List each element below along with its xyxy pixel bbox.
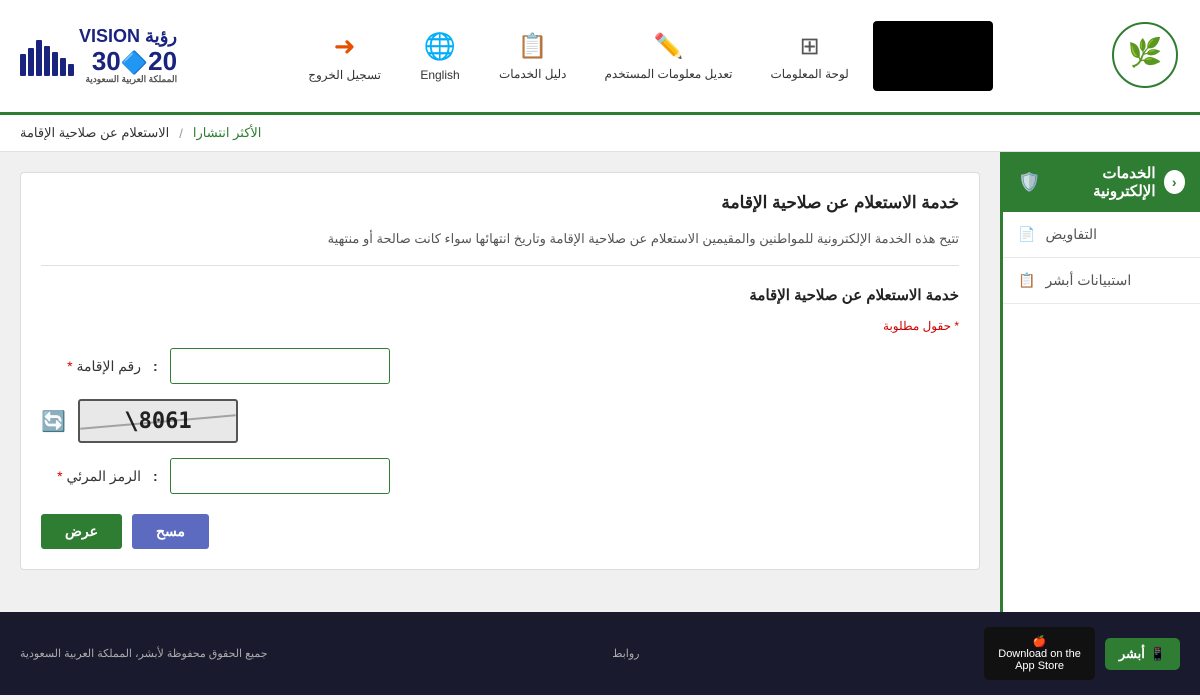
vision-subtitle: المملكة العربية السعودية (79, 75, 177, 85)
vision-line1: رؤية VISION (79, 27, 177, 47)
header-nav: ➜ تسجيل الخروج 🌐 English 📋 دليل الخدمات … (294, 21, 993, 91)
header-logo-area: 🌿 (1110, 20, 1180, 93)
button-row: مسح عرض (41, 514, 959, 549)
bar-6 (28, 48, 34, 76)
bar-7 (20, 54, 26, 76)
dashboard-icon: ⊞ (800, 32, 820, 61)
vision-logo-area: رؤية VISION 20🔷30 المملكة العربية السعود… (20, 27, 177, 85)
captcha-refresh-button[interactable]: 🔄 (41, 409, 66, 434)
absher-app-icon: 📱 (1150, 646, 1166, 662)
clear-button[interactable]: مسح (132, 514, 209, 549)
bar-2 (60, 58, 66, 76)
code-required-star: * (57, 468, 62, 484)
breadcrumb: الأكثر انتشارا / الاستعلام عن صلاحية الإ… (0, 115, 1200, 152)
vision-text: رؤية VISION 20🔷30 المملكة العربية السعود… (79, 27, 177, 85)
sidebar-header: ‹ الخدمات الإلكترونية 🛡️ (1003, 152, 1200, 212)
breadcrumb-current: الاستعلام عن صلاحية الإقامة (20, 125, 169, 141)
edit-user-icon: ✏️ (654, 32, 684, 61)
iqama-input[interactable] (170, 348, 390, 384)
vision-bars (20, 36, 74, 76)
absher-icon: 📋 (1018, 272, 1035, 289)
app-store-line2: App Store (1015, 660, 1064, 672)
main-layout: ‹ الخدمات الإلكترونية 🛡️ التفاويض 📄 استب… (0, 152, 1200, 612)
vision-year-highlight: 🔷 (121, 50, 148, 75)
sidebar-logo-icon: 🛡️ (1018, 172, 1040, 193)
nav-services-guide-label: دليل الخدمات (499, 67, 566, 81)
nav-logout-label: تسجيل الخروج (308, 68, 381, 82)
nav-services-guide[interactable]: 📋 دليل الخدمات (485, 24, 580, 89)
footer-copyright: جميع الحقوق محفوظة لأبشر، المملكة العربي… (20, 647, 268, 660)
absher-app-label: أبشر (1119, 646, 1145, 662)
visual-code-form-group: : الرمز المرئي * (41, 458, 959, 494)
service-main-title: خدمة الاستعلام عن صلاحية الإقامة (41, 193, 959, 213)
globe-icon: 🌐 (424, 31, 456, 62)
breadcrumb-home[interactable]: الأكثر انتشارا (193, 125, 262, 141)
nav-logout[interactable]: ➜ تسجيل الخروج (294, 23, 395, 90)
footer: 📱 أبشر 🍎 Download on the App Store روابط… (0, 612, 1200, 695)
absher-app-button[interactable]: 📱 أبشر (1105, 638, 1180, 670)
bar-5 (36, 40, 42, 76)
sidebar-item-absher[interactable]: استبيانات أبشر 📋 (1003, 258, 1200, 304)
code-label: الرمز المرئي * (41, 468, 141, 485)
visual-code-input[interactable] (170, 458, 390, 494)
service-description: تتيح هذه الخدمة الإلكترونية للمواطنين وا… (41, 228, 959, 266)
nav-english-label: English (420, 68, 459, 82)
header: 🌿 ➜ تسجيل الخروج 🌐 English 📋 دليل الخدما… (0, 0, 1200, 115)
captcha-image: \8061 (78, 399, 238, 443)
nav-dashboard-label: لوحة المعلومات (771, 67, 849, 81)
breadcrumb-separator: / (179, 126, 183, 141)
apple-icon: 🍎 (1033, 635, 1047, 648)
bar-4 (44, 46, 50, 76)
sidebar-item-tenders[interactable]: التفاويض 📄 (1003, 212, 1200, 258)
iqama-colon: : (153, 358, 158, 374)
tenders-icon: 📄 (1018, 226, 1035, 243)
sidebar-title: الخدمات الإلكترونية (1048, 164, 1155, 200)
app-store-button[interactable]: 🍎 Download on the App Store (984, 627, 1095, 680)
code-colon: : (153, 468, 158, 484)
nav-english[interactable]: 🌐 English (405, 23, 475, 90)
nav-update-user[interactable]: ✏️ تعديل معلومات المستخدم (590, 24, 746, 89)
nav-update-user-label: تعديل معلومات المستخدم (604, 67, 732, 81)
app-store-line1: Download on the (998, 648, 1081, 660)
form-section-title: خدمة الاستعلام عن صلاحية الإقامة (41, 286, 959, 304)
bar-3 (52, 52, 58, 76)
services-guide-icon: 📋 (518, 32, 548, 61)
iqama-required-star: * (67, 358, 72, 374)
sidebar-tenders-label: التفاويض (1045, 226, 1097, 243)
footer-links: روابط (612, 647, 639, 660)
service-card: خدمة الاستعلام عن صلاحية الإقامة تتيح هذ… (20, 172, 980, 570)
svg-text:🌿: 🌿 (1128, 36, 1163, 69)
bar-1 (68, 64, 74, 76)
main-content: خدمة الاستعلام عن صلاحية الإقامة تتيح هذ… (0, 152, 1000, 612)
iqama-label: رقم الإقامة * (41, 358, 141, 375)
logout-icon: ➜ (334, 31, 356, 62)
saudi-emblem-icon: 🌿 (1110, 20, 1180, 90)
nav-user-redacted (873, 21, 993, 91)
required-note: * حقول مطلوبة (41, 319, 959, 333)
sidebar-absher-label: استبيانات أبشر (1045, 272, 1131, 289)
nav-dashboard[interactable]: ⊞ لوحة المعلومات (757, 24, 863, 89)
iqama-form-group: : رقم الإقامة * (41, 348, 959, 384)
sidebar-toggle-button[interactable]: ‹ (1164, 170, 1186, 194)
footer-apps: 📱 أبشر 🍎 Download on the App Store (984, 627, 1180, 680)
captcha-row: \8061 🔄 (41, 399, 959, 443)
submit-button[interactable]: عرض (41, 514, 122, 549)
sidebar: ‹ الخدمات الإلكترونية 🛡️ التفاويض 📄 استب… (1000, 152, 1200, 612)
vision-year: 20🔷30 (79, 47, 177, 76)
